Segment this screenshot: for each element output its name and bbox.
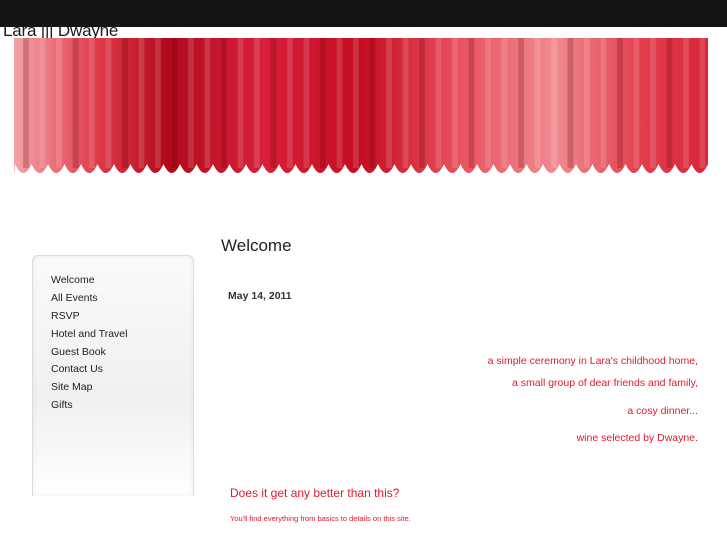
curtain-fold — [534, 38, 541, 168]
curtain-fold — [353, 38, 359, 168]
curtain-fold — [617, 38, 623, 168]
curtain-fold — [188, 38, 194, 168]
curtain-fold — [551, 38, 557, 168]
curtain-fold — [699, 38, 706, 168]
intro-line: wine selected by Dwayne. — [576, 432, 698, 444]
curtain-fold — [138, 38, 145, 168]
curtain-fold — [501, 38, 508, 168]
sidebar-nav: Welcome All Events RSVP Hotel and Travel… — [32, 255, 194, 496]
nav-item-gifts[interactable]: Gifts — [51, 397, 193, 415]
event-date: May 14, 2011 — [228, 290, 292, 302]
curtain-fold — [419, 38, 425, 168]
curtain-fold — [666, 38, 673, 168]
curtain-fold — [518, 38, 524, 168]
curtain-fold — [452, 38, 458, 168]
intro-line: a small group of dear friends and family… — [512, 377, 698, 389]
curtain-fold — [600, 38, 607, 168]
intro-line: a cosy dinner... — [627, 405, 698, 417]
curtain-fold — [89, 38, 95, 168]
curtain-fold — [72, 38, 79, 168]
tagline: Does it get any better than this? — [230, 486, 400, 500]
curtain-fold — [303, 38, 310, 168]
curtain-fold — [386, 38, 392, 168]
subline: You'll find everything from basics to de… — [230, 514, 411, 523]
curtain-fold — [105, 38, 112, 168]
intro-line: a simple ceremony in Lara's childhood ho… — [487, 355, 698, 367]
curtain-fold — [171, 38, 178, 168]
curtain-banner — [14, 38, 708, 177]
curtain-fold — [633, 38, 640, 168]
curtain-fold — [155, 38, 161, 168]
curtain-fold — [320, 38, 326, 168]
curtain-fold — [567, 38, 574, 168]
curtain-fold — [122, 38, 128, 168]
curtain-fold — [56, 38, 62, 168]
curtain-fold — [369, 38, 376, 168]
curtain-fold — [237, 38, 244, 168]
curtain-fold — [204, 38, 211, 168]
curtain-fold — [485, 38, 491, 168]
nav-item-site-map[interactable]: Site Map — [51, 379, 193, 397]
curtain-fold — [683, 38, 689, 168]
nav-item-guest-book[interactable]: Guest Book — [51, 344, 193, 362]
curtain-fold — [23, 38, 29, 168]
curtain-fold — [39, 38, 46, 168]
nav-item-hotel-travel[interactable]: Hotel and Travel — [51, 326, 193, 344]
curtain-fold — [287, 38, 293, 168]
curtain-fold — [650, 38, 656, 168]
curtain-image — [14, 38, 708, 177]
curtain-fold — [584, 38, 590, 168]
curtain-fold — [468, 38, 475, 168]
nav-item-contact-us[interactable]: Contact Us — [51, 361, 193, 379]
curtain-fold — [402, 38, 409, 168]
curtain-fold — [435, 38, 442, 168]
curtain-fold — [336, 38, 343, 168]
curtain-fold — [221, 38, 227, 168]
nav-item-all-events[interactable]: All Events — [51, 290, 193, 308]
curtain-fold — [254, 38, 260, 168]
nav-item-welcome[interactable]: Welcome — [51, 272, 193, 290]
curtain-fold — [270, 38, 277, 168]
nav-item-rsvp[interactable]: RSVP — [51, 308, 193, 326]
page-heading: Welcome — [221, 236, 292, 255]
